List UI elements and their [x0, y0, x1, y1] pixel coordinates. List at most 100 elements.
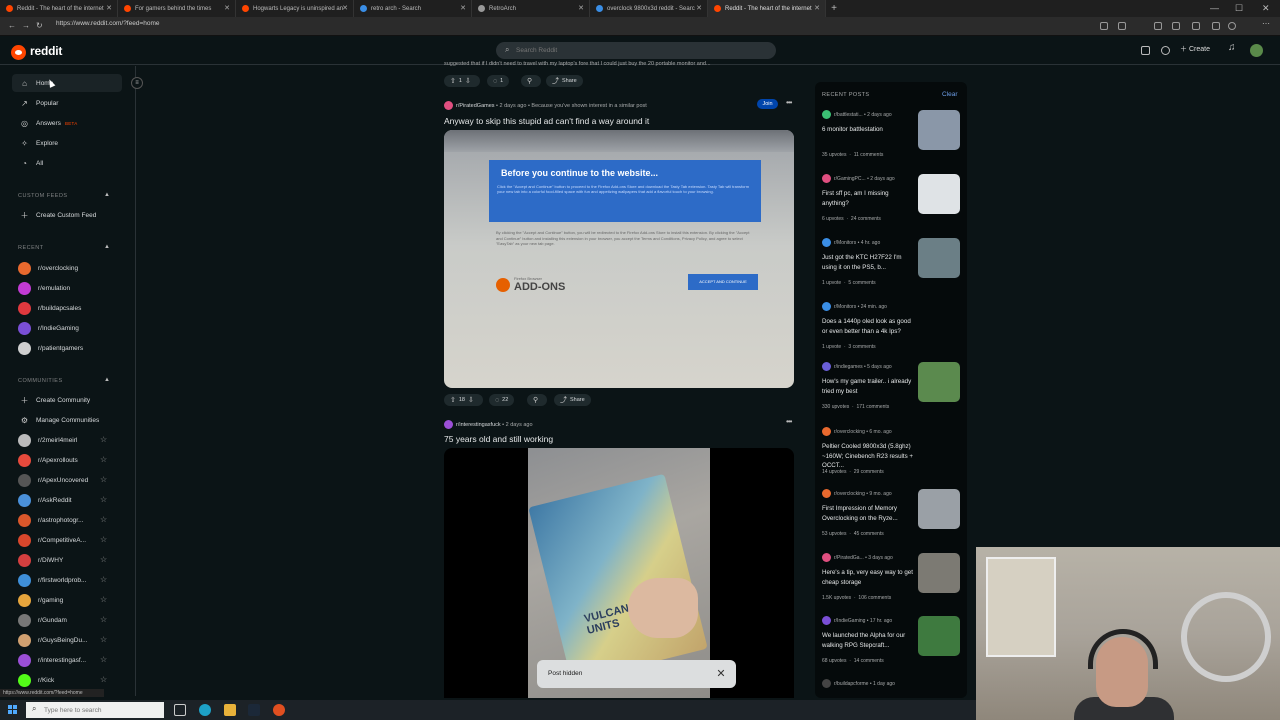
- close-tab-icon[interactable]: ✕: [578, 4, 584, 12]
- search-input[interactable]: [516, 44, 766, 57]
- obs-icon[interactable]: [273, 704, 285, 716]
- back-icon[interactable]: ←: [8, 21, 16, 30]
- sidebar-item-recent[interactable]: r/IndieGaming: [12, 319, 122, 337]
- recent-post-title[interactable]: 6 monitor battlestation: [822, 125, 914, 135]
- close-tab-icon[interactable]: ✕: [342, 4, 348, 12]
- downvote-icon[interactable]: ⇩: [468, 396, 474, 404]
- share-button[interactable]: ⤴ Share: [546, 75, 583, 87]
- profile-icon[interactable]: [1228, 22, 1236, 30]
- star-icon[interactable]: ☆: [100, 635, 107, 644]
- file-explorer-icon[interactable]: [224, 704, 236, 716]
- close-tab-icon[interactable]: ✕: [106, 4, 112, 12]
- downvote-icon[interactable]: ⇩: [465, 77, 471, 85]
- sidebar-toggle-button[interactable]: ≡: [131, 77, 143, 89]
- star-icon[interactable]: ☆: [100, 575, 107, 584]
- sidebar-item-popular[interactable]: ↗ Popular: [12, 94, 122, 112]
- recent-post-item[interactable]: r/Monitors • 24 min. ago Does a 1440p ole…: [822, 302, 962, 350]
- comments-button[interactable]: ◌ 22: [489, 394, 515, 406]
- sidebar-item-recent[interactable]: r/buildapcsales: [12, 299, 122, 317]
- chevron-up-icon[interactable]: ▲: [104, 192, 110, 198]
- edge-browser-icon[interactable]: [199, 704, 211, 716]
- reddit-logo-text[interactable]: reddit: [30, 44, 62, 58]
- close-icon[interactable]: ✕: [713, 666, 729, 682]
- reddit-logo-icon[interactable]: [11, 45, 26, 60]
- sidebar-item-community[interactable]: r/Kick ☆: [12, 671, 122, 689]
- manage-communities-button[interactable]: ⚙ Manage Communities: [12, 411, 122, 429]
- extensions-icon[interactable]: [1154, 22, 1162, 30]
- star-icon[interactable]: ☆: [100, 675, 107, 684]
- favorite-icon[interactable]: [1118, 22, 1126, 30]
- avatar[interactable]: [1250, 44, 1263, 57]
- sidebar-item-recent[interactable]: r/emulation: [12, 279, 122, 297]
- award-button[interactable]: ⚲: [527, 394, 548, 406]
- post-options-icon[interactable]: •••: [786, 417, 792, 426]
- recent-post-thumbnail[interactable]: [918, 362, 960, 402]
- notifications-icon[interactable]: ♫: [1228, 42, 1237, 53]
- sidebar-item-community[interactable]: r/firstworldprob... ☆: [12, 571, 122, 589]
- post-title[interactable]: 75 years old and still working: [444, 434, 553, 444]
- recent-post-subreddit[interactable]: r/GamingPC...: [834, 176, 866, 182]
- recent-post-subreddit[interactable]: r/buildapcforme: [834, 681, 868, 687]
- recent-post-subreddit[interactable]: r/overclocking: [834, 491, 865, 497]
- comments-button[interactable]: ◌ 1: [487, 75, 510, 87]
- subreddit-avatar[interactable]: [444, 420, 453, 429]
- star-icon[interactable]: ☆: [100, 455, 107, 464]
- more-icon[interactable]: ⋯: [1262, 19, 1270, 28]
- recent-post-subreddit[interactable]: r/PiratedGa...: [834, 555, 864, 561]
- star-icon[interactable]: ☆: [100, 535, 107, 544]
- recent-post-item[interactable]: r/overclocking • 6 mo. ago Peltier Cooled…: [822, 427, 962, 475]
- recent-post-thumbnail[interactable]: [918, 489, 960, 529]
- chat-icon[interactable]: [1161, 46, 1170, 55]
- communities-heading[interactable]: COMMUNITIES: [18, 378, 63, 384]
- clear-recent-button[interactable]: Clear: [942, 91, 958, 98]
- windows-start-icon[interactable]: [8, 705, 18, 715]
- create-custom-feed-button[interactable]: ＋ Create Custom Feed: [12, 206, 122, 224]
- subreddit-link[interactable]: r/interestingasfuck: [456, 422, 501, 428]
- browser-tab[interactable]: RetroArch ✕: [472, 0, 590, 17]
- taskbar-search[interactable]: ⌕: [26, 702, 164, 718]
- reader-icon[interactable]: [1100, 22, 1108, 30]
- sidebar-item-recent[interactable]: r/patientgamers: [12, 339, 122, 357]
- history-icon[interactable]: [1192, 22, 1200, 30]
- chevron-up-icon[interactable]: ▲: [104, 377, 110, 383]
- sidebar-item-community[interactable]: r/interestingasf... ☆: [12, 651, 122, 669]
- recent-post-subreddit[interactable]: r/Monitors: [834, 304, 856, 310]
- recent-post-thumbnail[interactable]: [918, 616, 960, 656]
- vote-control[interactable]: ⇧ 1 ⇩: [444, 75, 480, 87]
- recent-post-item[interactable]: r/IndieGaming • 17 hr. ago We launched th…: [822, 616, 962, 664]
- recent-post-subreddit[interactable]: r/indiegames: [834, 364, 863, 370]
- recent-post-item[interactable]: r/GamingPC... • 2 days ago First sff pc, …: [822, 174, 962, 222]
- browser-tab[interactable]: Reddit - The heart of the internet ✕: [0, 0, 118, 17]
- browser-tab[interactable]: overclock 9800x3d reddit - Searc ✕: [590, 0, 708, 17]
- recent-post-subreddit[interactable]: r/overclocking: [834, 429, 865, 435]
- close-tab-icon[interactable]: ✕: [814, 4, 820, 12]
- recent-heading[interactable]: RECENT: [18, 245, 44, 251]
- star-icon[interactable]: ☆: [100, 555, 107, 564]
- minimize-icon[interactable]: —: [1210, 0, 1219, 17]
- collections-icon[interactable]: [1172, 22, 1180, 30]
- sidebar-item-all[interactable]: ◔ All: [12, 154, 122, 172]
- recent-post-thumbnail[interactable]: [918, 110, 960, 150]
- sidebar-item-home[interactable]: ⌂ Home: [12, 74, 122, 92]
- close-window-icon[interactable]: ✕: [1262, 0, 1270, 17]
- advertise-icon[interactable]: [1141, 46, 1150, 55]
- star-icon[interactable]: ☆: [100, 515, 107, 524]
- recent-post-title[interactable]: First Impression of Memory Overclocking …: [822, 504, 914, 523]
- taskbar-search-input[interactable]: [44, 704, 134, 716]
- browser-tab[interactable]: For gamers behind the times ✕: [118, 0, 236, 17]
- sidebar-item-answers[interactable]: ◎ Answers BETA: [12, 114, 122, 132]
- create-button[interactable]: ＋ Create: [1180, 44, 1210, 54]
- post-image[interactable]: Before you continue to the website... Cl…: [444, 130, 794, 388]
- sidebar-item-community[interactable]: r/2meirl4meirl ☆: [12, 431, 122, 449]
- browser-tab[interactable]: retro arch - Search ✕: [354, 0, 472, 17]
- post-title[interactable]: Anyway to skip this stupid ad can't find…: [444, 116, 649, 126]
- create-community-button[interactable]: ＋ Create Community: [12, 391, 122, 409]
- recent-post-thumbnail[interactable]: [918, 174, 960, 214]
- sidebar-item-community[interactable]: r/ApexUncovered ☆: [12, 471, 122, 489]
- recent-post-title[interactable]: We launched the Alpha for our walking RP…: [822, 631, 914, 650]
- sidebar-item-community[interactable]: r/gaming ☆: [12, 591, 122, 609]
- subreddit-link[interactable]: r/PiratedGames: [456, 103, 495, 109]
- search-bar[interactable]: ⌕: [496, 42, 776, 59]
- star-icon[interactable]: ☆: [100, 595, 107, 604]
- sidebar-item-community[interactable]: r/CompetitiveA... ☆: [12, 531, 122, 549]
